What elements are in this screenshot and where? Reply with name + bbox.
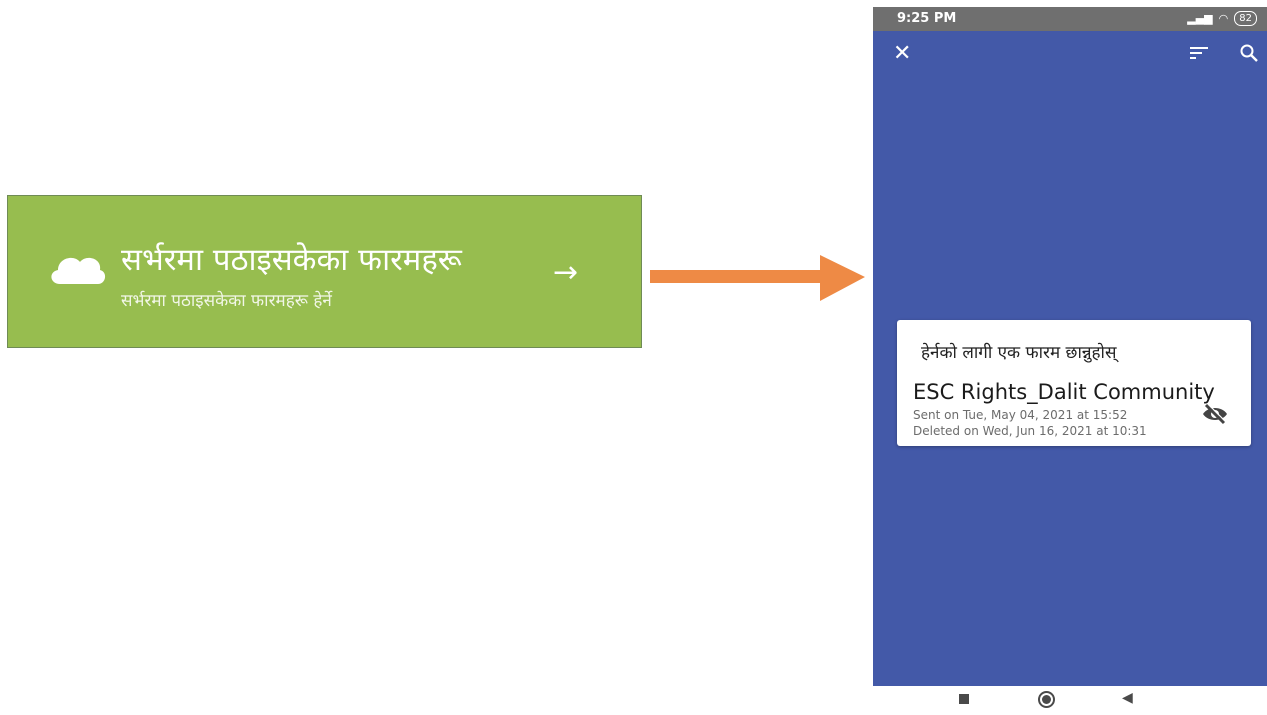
dialog-title: हेर्नको लागी एक फारम छान्नुहोस् (921, 343, 1117, 363)
form-deleted-date: Deleted on Wed, Jun 16, 2021 at 10:31 (913, 424, 1147, 438)
battery-icon: 82 (1234, 11, 1257, 26)
visibility-off-icon (1203, 403, 1227, 425)
form-name: ESC Rights_Dalit Community (913, 380, 1215, 404)
home-button[interactable] (1038, 691, 1055, 708)
sent-forms-card[interactable]: सर्भरमा पठाइसकेका फारमहरू सर्भरमा पठाइसक… (7, 195, 642, 348)
status-icons: ▂▄▆ ◠ 82 (1187, 11, 1257, 26)
cloud-icon (51, 257, 106, 284)
phone-screen: 9:25 PM ▂▄▆ ◠ 82 ✕ हेर्नको लागी एक फारम … (873, 0, 1267, 715)
search-icon[interactable] (1239, 43, 1259, 63)
app-background: ✕ हेर्नको लागी एक फारम छान्नुहोस् ESC Ri… (873, 31, 1267, 686)
sort-icon[interactable] (1190, 46, 1208, 60)
arrow-right-icon: → (553, 255, 579, 290)
wifi-icon: ◠ (1218, 12, 1229, 25)
navigation-bar: ◀ (873, 686, 1267, 715)
connector-arrow-icon (650, 255, 865, 301)
back-button[interactable]: ◀ (1122, 690, 1133, 706)
status-time: 9:25 PM (897, 11, 957, 26)
form-sent-date: Sent on Tue, May 04, 2021 at 15:52 (913, 408, 1128, 422)
card-subtitle: सर्भरमा पठाइसकेका फारमहरू हेर्ने (121, 291, 332, 311)
recent-apps-button[interactable] (959, 694, 969, 704)
close-icon[interactable]: ✕ (893, 43, 911, 65)
select-form-dialog: हेर्नको लागी एक फारम छान्नुहोस् ESC Righ… (897, 320, 1251, 446)
card-title: सर्भरमा पठाइसकेका फारमहरू (121, 242, 462, 278)
status-bar: 9:25 PM ▂▄▆ ◠ 82 (873, 7, 1267, 31)
signal-icon: ▂▄▆ (1187, 12, 1213, 25)
